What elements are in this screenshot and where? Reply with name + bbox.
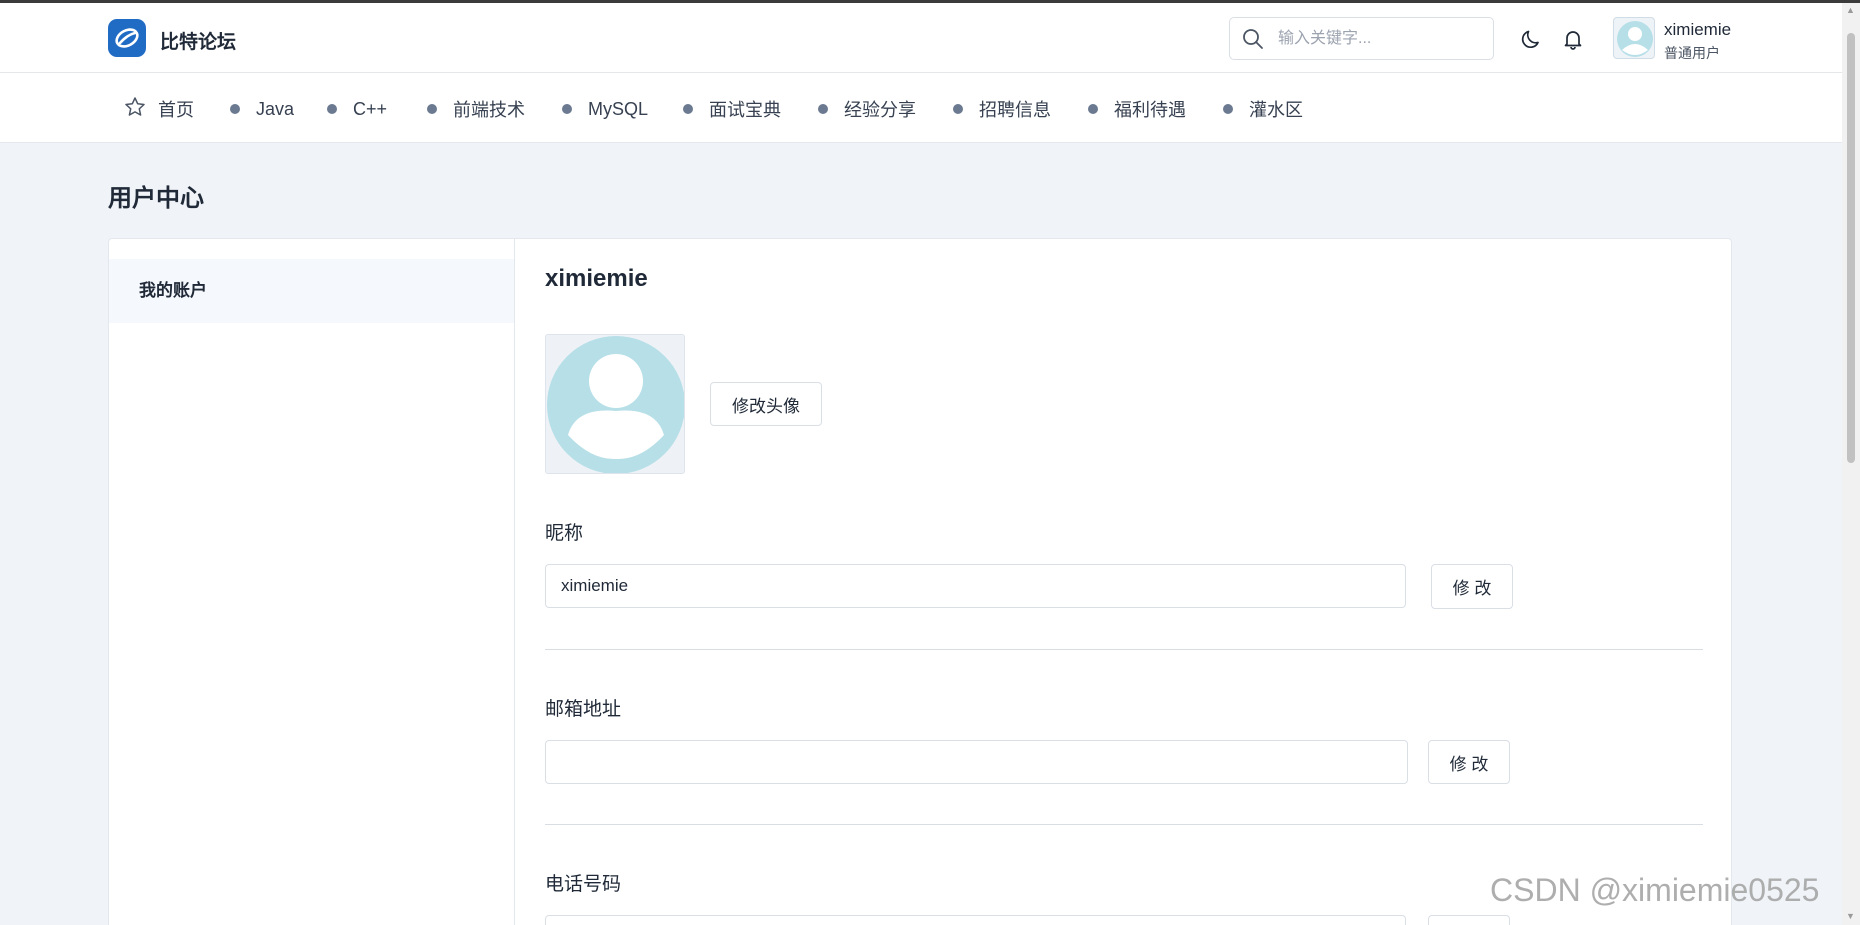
section-divider — [545, 649, 1703, 650]
nickname-label: 昵称 — [545, 523, 584, 544]
app-window: 比特论坛 ximiemie 普通用户 首页 Java C++ 前端技术 — [0, 0, 1860, 925]
nav-label: 福利待遇 — [1114, 100, 1186, 120]
change-avatar-button[interactable]: 修改头像 — [710, 382, 822, 426]
bullet-dot — [818, 104, 828, 114]
nav-item-home[interactable]: 首页 — [124, 96, 194, 123]
nav-item-frontend[interactable]: 前端技术 — [427, 97, 525, 121]
search-icon — [1242, 28, 1264, 55]
phone-label: 电话号码 — [545, 874, 622, 895]
search-input[interactable] — [1278, 27, 1478, 51]
logo-icon[interactable] — [108, 19, 146, 57]
search-box[interactable] — [1229, 17, 1494, 60]
nav-label: C++ — [353, 98, 388, 119]
star-icon — [124, 96, 146, 123]
user-avatar[interactable] — [1613, 17, 1655, 59]
nav-item-cpp[interactable]: C++ — [327, 97, 387, 121]
bullet-dot — [327, 104, 337, 114]
nickname-input[interactable] — [545, 564, 1406, 608]
bell-icon[interactable] — [1562, 28, 1584, 55]
nav-label: 经验分享 — [844, 100, 916, 120]
nav-label: 灌水区 — [1249, 100, 1303, 120]
nav-label: 前端技术 — [453, 100, 525, 120]
page-title: 用户中心 — [108, 185, 204, 212]
nav-label: 首页 — [158, 100, 194, 120]
scroll-down-icon[interactable]: ▼ — [1846, 911, 1855, 921]
section-divider — [545, 824, 1703, 825]
category-nav: 首页 Java C++ 前端技术 MySQL 面试宝典 经验分享 招聘信息 福利… — [0, 73, 1842, 143]
phone-input[interactable] — [545, 915, 1406, 925]
moon-icon[interactable] — [1521, 28, 1543, 55]
nav-item-java[interactable]: Java — [230, 97, 294, 121]
bullet-dot — [683, 104, 693, 114]
nav-item-chat[interactable]: 灌水区 — [1223, 97, 1303, 121]
scrollbar-thumb[interactable] — [1847, 33, 1855, 463]
sidebar-item-my-account[interactable]: 我的账户 — [109, 259, 514, 323]
profile-avatar — [545, 334, 685, 474]
nav-label: MySQL — [588, 98, 649, 119]
nav-label: 招聘信息 — [979, 100, 1051, 120]
bullet-dot — [562, 104, 572, 114]
bullet-dot — [427, 104, 437, 114]
user-name[interactable]: ximiemie — [1664, 20, 1731, 40]
nav-item-jobs[interactable]: 招聘信息 — [953, 97, 1051, 121]
watermark: CSDN @ximiemie0525 — [1490, 872, 1820, 908]
modify-email-button[interactable]: 修 改 — [1428, 740, 1510, 784]
nav-item-experience[interactable]: 经验分享 — [818, 97, 916, 121]
nav-label: 面试宝典 — [709, 100, 781, 120]
nav-item-interview[interactable]: 面试宝典 — [683, 97, 781, 121]
account-username: ximiemie — [545, 265, 648, 292]
site-brand[interactable]: 比特论坛 — [160, 27, 236, 54]
scroll-up-icon[interactable]: ▲ — [1846, 5, 1855, 15]
modify-phone-button[interactable] — [1428, 915, 1510, 925]
email-label: 邮箱地址 — [545, 699, 622, 720]
account-sidebar: 我的账户 — [109, 239, 515, 925]
nav-label: Java — [256, 98, 295, 119]
top-header: 比特论坛 ximiemie 普通用户 — [0, 3, 1842, 73]
email-input[interactable] — [545, 740, 1408, 784]
vertical-scrollbar[interactable]: ▲ ▼ — [1842, 3, 1860, 925]
nav-item-mysql[interactable]: MySQL — [562, 97, 648, 121]
bullet-dot — [1223, 104, 1233, 114]
modify-nickname-button[interactable]: 修 改 — [1431, 564, 1513, 609]
bullet-dot — [953, 104, 963, 114]
bullet-dot — [230, 104, 240, 114]
nav-item-benefits[interactable]: 福利待遇 — [1088, 97, 1186, 121]
bullet-dot — [1088, 104, 1098, 114]
user-role: 普通用户 — [1664, 45, 1720, 61]
